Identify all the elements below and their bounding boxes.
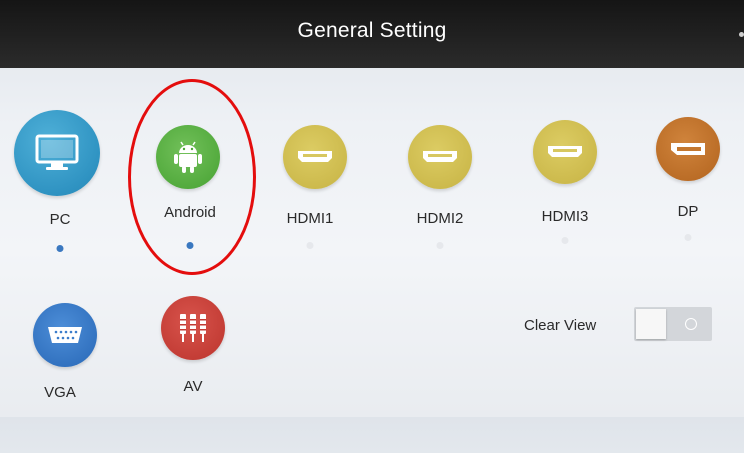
av-jack-icon <box>161 296 225 360</box>
inactive-indicator-dot <box>436 242 444 249</box>
source-label: HDMI3 <box>541 208 589 225</box>
toggle-off-indicator-icon <box>685 318 697 330</box>
source-label: Android <box>164 204 216 221</box>
source-label: AV <box>183 378 203 395</box>
hdmi-port-icon <box>283 125 347 189</box>
source-hdmi2[interactable]: HDMI2 <box>380 125 500 275</box>
inactive-indicator-dot <box>306 242 314 249</box>
source-hdmi3[interactable]: HDMI3 <box>505 120 625 270</box>
vga-port-icon <box>33 303 97 367</box>
active-indicator-dot <box>186 242 194 249</box>
page-title: General Setting <box>297 19 447 42</box>
source-vga[interactable]: VGA <box>0 303 120 453</box>
title-bar: General Setting <box>0 0 744 68</box>
clear-view-toggle[interactable] <box>634 307 712 341</box>
inactive-indicator-dot <box>561 237 569 244</box>
menu-dot-icon[interactable] <box>739 32 744 37</box>
source-label: HDMI2 <box>416 210 464 227</box>
hdmi-port-icon <box>533 120 597 184</box>
source-av[interactable]: AV <box>133 296 253 446</box>
source-label: VGA <box>44 384 76 401</box>
source-label: HDMI1 <box>286 210 334 227</box>
hdmi-port-icon <box>408 125 472 189</box>
active-indicator-dot <box>56 245 64 252</box>
android-icon <box>156 125 220 189</box>
displayport-icon <box>656 117 720 181</box>
source-android[interactable]: Android <box>130 125 250 275</box>
clear-view-label: Clear View <box>524 317 597 334</box>
source-pc[interactable]: PC <box>0 110 120 260</box>
source-label: PC <box>49 211 71 228</box>
source-dp[interactable]: DP <box>628 117 744 267</box>
source-hdmi1[interactable]: HDMI1 <box>250 125 370 275</box>
inactive-indicator-dot <box>684 234 692 241</box>
toggle-knob <box>636 309 666 339</box>
source-label: DP <box>677 203 699 220</box>
monitor-icon <box>14 110 100 196</box>
